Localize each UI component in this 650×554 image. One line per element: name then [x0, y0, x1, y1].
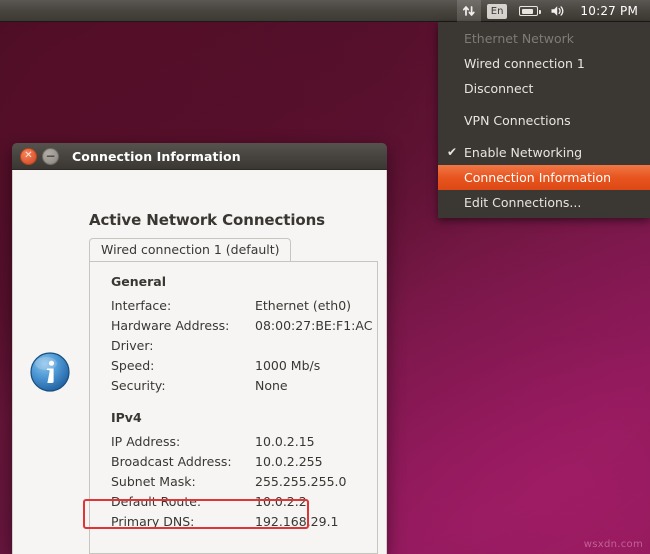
detail-label: Driver:: [111, 337, 154, 353]
tab-area: Wired connection 1 (default) General Int…: [89, 238, 378, 554]
close-button[interactable]: ✕: [20, 147, 37, 165]
section-title-ipv4: IPv4: [111, 410, 142, 425]
detail-label: Hardware Address:: [111, 317, 230, 333]
detail-row-security: Security: None: [111, 375, 377, 395]
keyboard-layout-indicator[interactable]: En: [481, 0, 514, 22]
network-updown-icon[interactable]: [456, 0, 481, 22]
detail-row-ip-address: IP Address: 10.0.2.15: [111, 431, 377, 451]
menu-item-wired-connection-1[interactable]: Wired connection 1: [438, 51, 650, 76]
minimize-icon: −: [45, 149, 56, 163]
detail-row-interface: Interface: Ethernet (eth0): [111, 295, 377, 315]
detail-label: IP Address:: [111, 433, 181, 449]
minimize-button[interactable]: −: [42, 147, 59, 165]
tab-panel: General Interface: Ethernet (eth0) Hardw…: [89, 261, 378, 554]
menu-item-label: Wired connection 1: [464, 56, 585, 71]
watermark-text: wsxdn.com: [583, 539, 643, 550]
detail-label: Security:: [111, 377, 166, 393]
page-title: Active Network Connections: [89, 211, 326, 229]
detail-row-broadcast-address: Broadcast Address: 10.0.2.255: [111, 451, 377, 471]
top-panel: En 10:27 PM: [0, 0, 650, 22]
menu-separator: [438, 101, 650, 108]
connection-information-window: ✕ − Connection Information Active Networ…: [12, 143, 387, 554]
menu-item-label: Disconnect: [464, 81, 534, 96]
menu-item-connection-information[interactable]: Connection Information: [438, 165, 650, 190]
menu-item-label: Enable Networking: [464, 145, 583, 160]
network-indicator-menu: Ethernet Network Wired connection 1 Disc…: [438, 22, 650, 218]
menu-item-enable-networking[interactable]: ✔ Enable Networking: [438, 140, 650, 165]
clock-indicator[interactable]: 10:27 PM: [572, 0, 642, 22]
detail-row-driver: Driver:: [111, 335, 377, 355]
detail-label: Primary DNS:: [111, 513, 195, 529]
detail-value: 10.0.2.255: [255, 453, 323, 469]
detail-value: 10.0.2.15: [255, 433, 315, 449]
menu-item-label: Connection Information: [464, 170, 612, 185]
window-titlebar[interactable]: ✕ − Connection Information: [12, 143, 387, 170]
detail-row-speed: Speed: 1000 Mb/s: [111, 355, 377, 375]
menu-item-ethernet-network: Ethernet Network: [438, 26, 650, 51]
dialog-body: Active Network Connections Wired connect…: [12, 170, 387, 554]
menu-item-label: VPN Connections: [464, 113, 571, 128]
detail-value: 08:00:27:BE:F1:AC: [255, 317, 373, 333]
detail-value: 1000 Mb/s: [255, 357, 321, 373]
detail-row-default-route: Default Route: 10.0.2.2: [111, 491, 377, 511]
section-title-general: General: [111, 274, 166, 289]
battery-glyph: [519, 6, 542, 16]
detail-row-primary-dns: Primary DNS: 192.168.29.1: [111, 511, 377, 531]
detail-row-subnet-mask: Subnet Mask: 255.255.255.0: [111, 471, 377, 491]
menu-separator: [438, 133, 650, 140]
close-icon: ✕: [24, 150, 33, 161]
tab-strip: Wired connection 1 (default): [89, 238, 378, 261]
volume-icon[interactable]: [544, 0, 572, 22]
tab-wired-connection-1[interactable]: Wired connection 1 (default): [89, 238, 291, 261]
menu-item-edit-connections[interactable]: Edit Connections...: [438, 190, 650, 215]
keyboard-layout-label: En: [486, 3, 508, 19]
info-icon: [29, 351, 71, 393]
menu-item-vpn-connections[interactable]: VPN Connections: [438, 108, 650, 133]
detail-label: Broadcast Address:: [111, 453, 232, 469]
detail-label: Subnet Mask:: [111, 473, 196, 489]
detail-value: 192.168.29.1: [255, 513, 339, 529]
detail-value: None: [255, 377, 288, 393]
battery-icon[interactable]: [513, 0, 544, 22]
menu-item-label: Ethernet Network: [464, 31, 575, 46]
detail-label: Default Route:: [111, 493, 202, 509]
detail-value: 255.255.255.0: [255, 473, 347, 489]
detail-value: 10.0.2.2: [255, 493, 307, 509]
detail-value: Ethernet (eth0): [255, 297, 352, 313]
checkmark-icon: ✔: [447, 145, 458, 159]
menu-item-label: Edit Connections...: [464, 195, 582, 210]
detail-row-hardware-address: Hardware Address: 08:00:27:BE:F1:AC: [111, 315, 377, 335]
menu-item-disconnect[interactable]: Disconnect: [438, 76, 650, 101]
detail-label: Interface:: [111, 297, 172, 313]
window-title: Connection Information: [72, 148, 241, 164]
detail-label: Speed:: [111, 357, 155, 373]
connection-details-list: General Interface: Ethernet (eth0) Hardw…: [90, 262, 377, 553]
